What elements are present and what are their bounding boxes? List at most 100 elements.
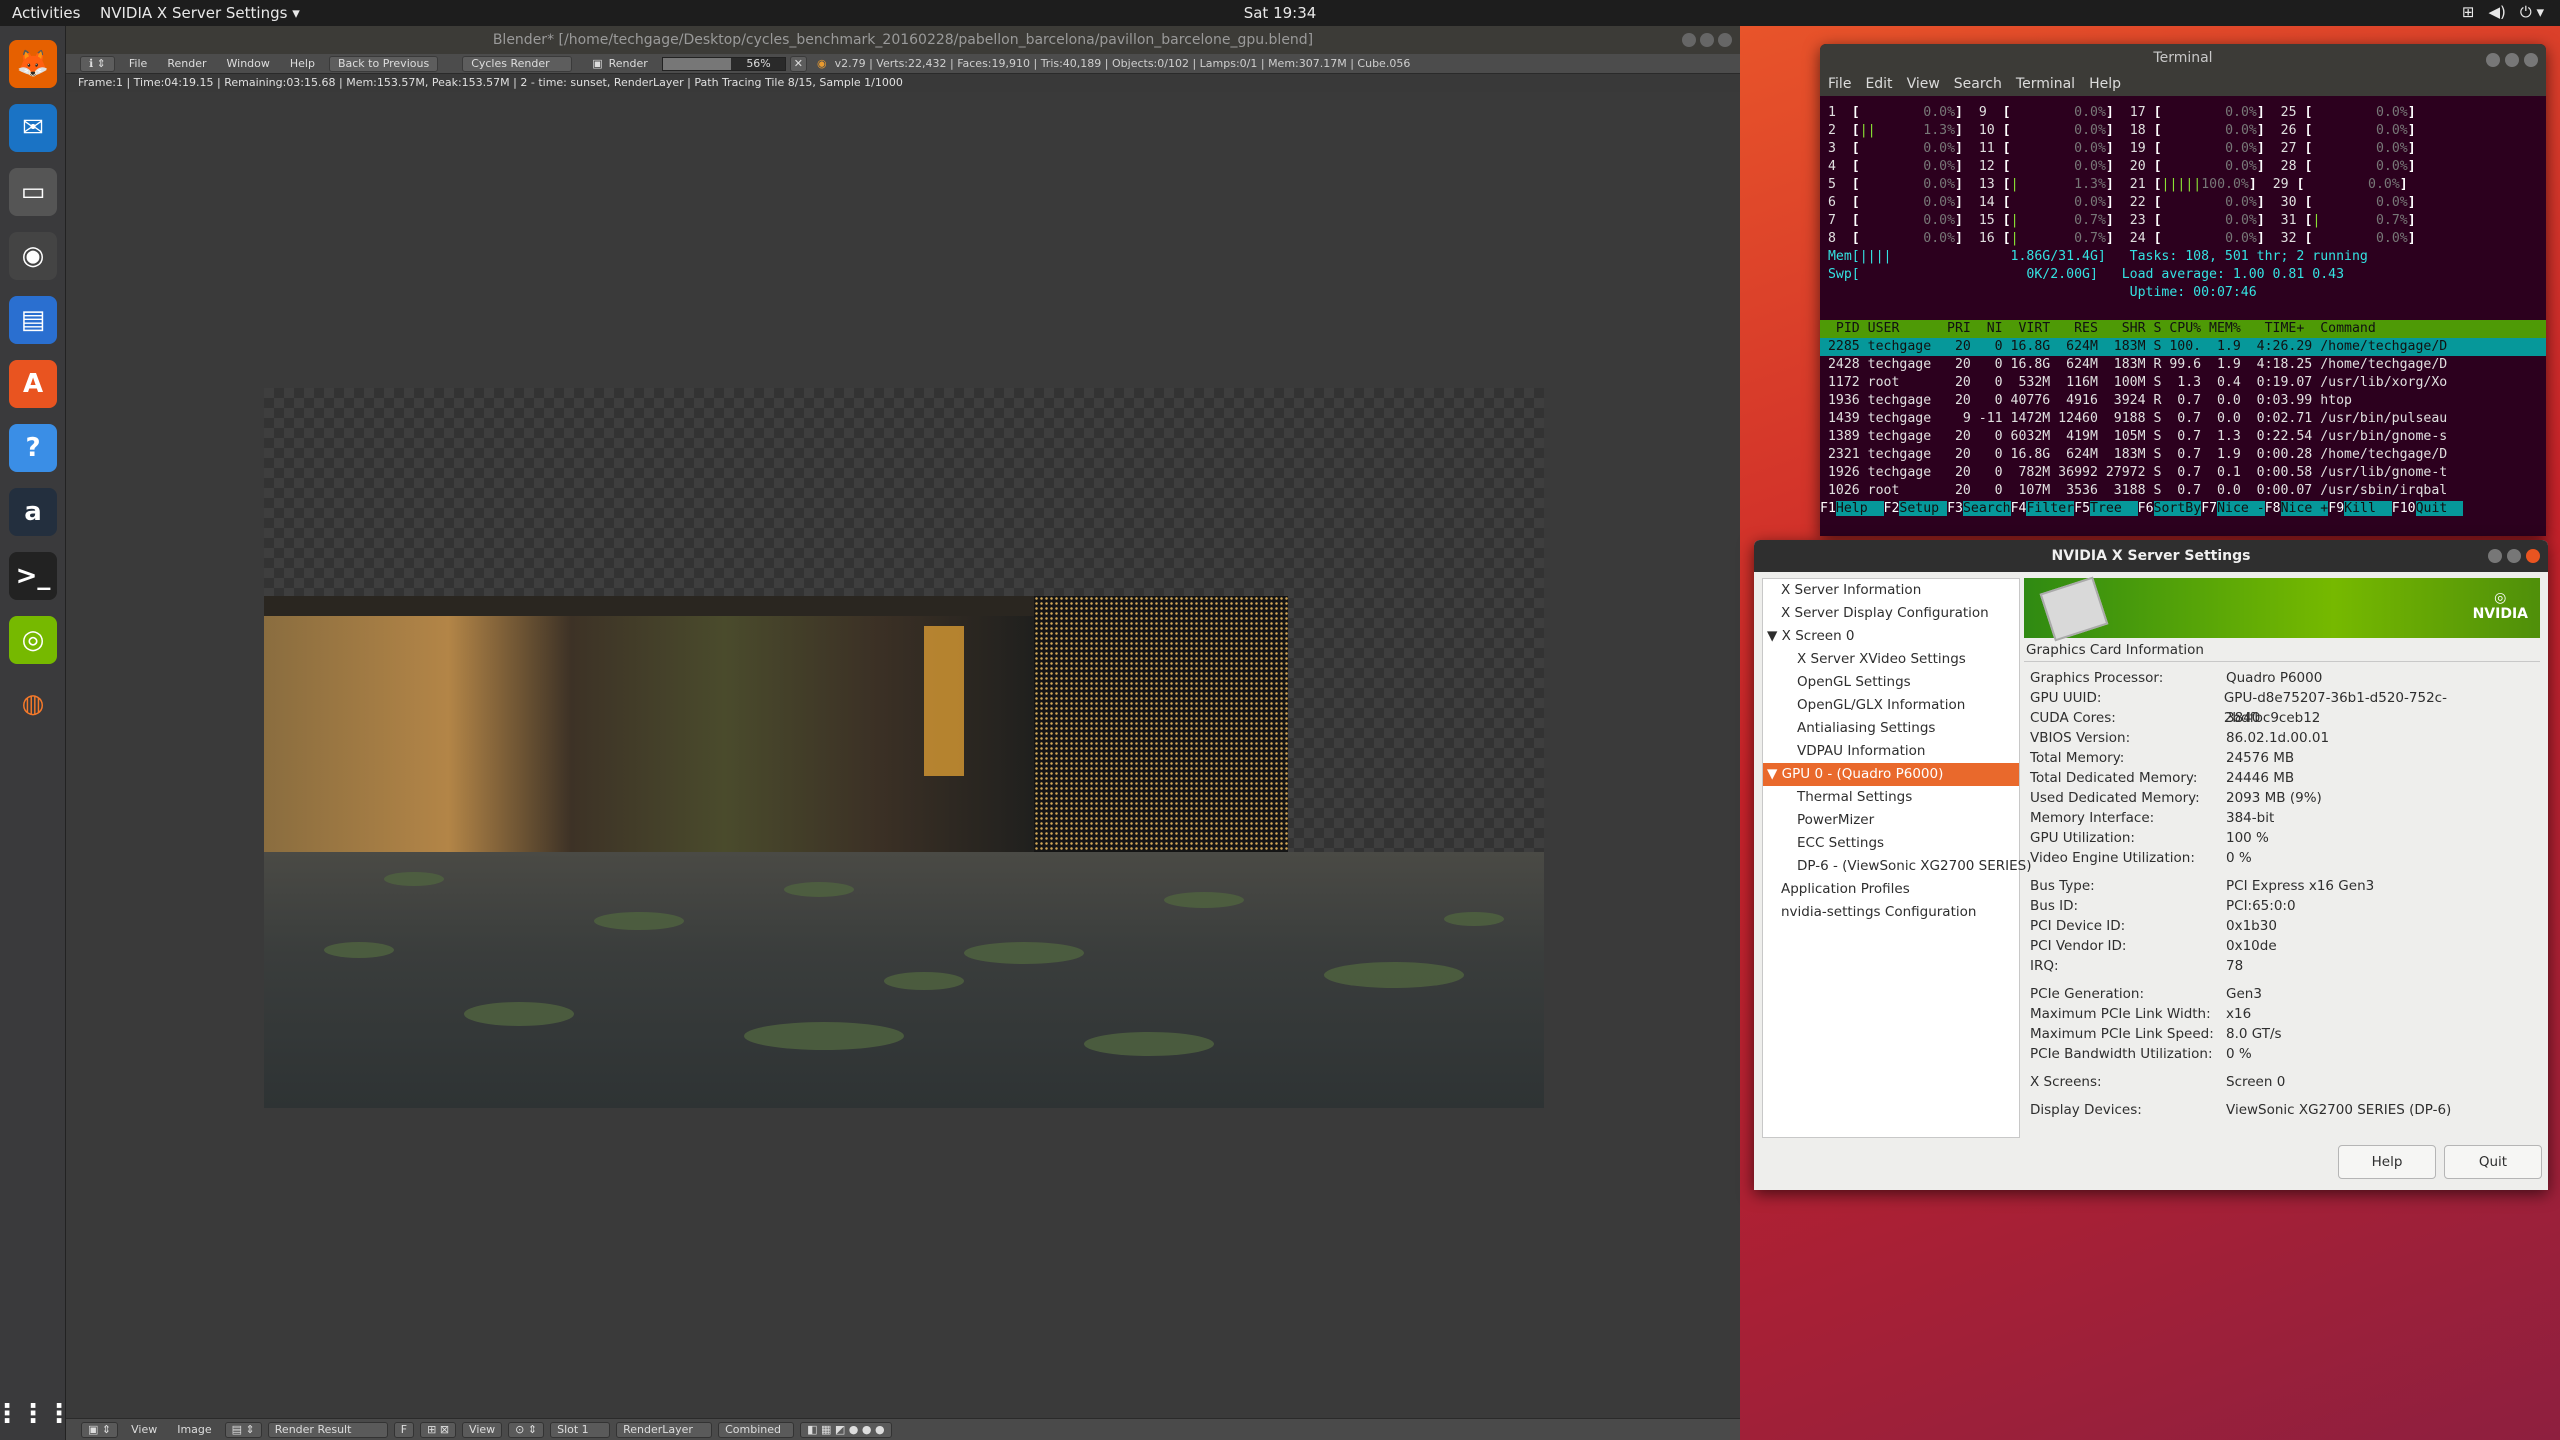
firefox-icon[interactable]: 🦊 (9, 40, 57, 88)
cancel-render-icon[interactable]: ✕ (789, 55, 807, 72)
image-tools-icon[interactable]: ⊞ ⊠ (420, 1421, 457, 1438)
render-result-image[interactable] (264, 388, 1544, 1108)
tree-item[interactable]: OpenGL Settings (1763, 671, 2019, 694)
fkey-f5[interactable]: F5 (2074, 501, 2090, 516)
rhythmbox-icon[interactable]: ◉ (9, 232, 57, 280)
fkey-f4[interactable]: F4 (2011, 501, 2027, 516)
back-to-previous-button[interactable]: Back to Previous (328, 55, 439, 72)
fkey-f8[interactable]: F8 (2265, 501, 2281, 516)
activities-button[interactable]: Activities (12, 4, 80, 22)
fkey-f9[interactable]: F9 (2328, 501, 2344, 516)
nvidia-icon[interactable]: ◎ (9, 616, 57, 664)
close-icon[interactable] (1718, 33, 1732, 47)
render-engine-select[interactable]: Cycles Render (462, 55, 573, 72)
menu-help[interactable]: Help (280, 57, 325, 70)
process-row[interactable]: 1026 root 20 0 107M 3536 3188 S 0.7 0.0 … (1820, 482, 2546, 500)
fkey-label[interactable]: SortBy (2153, 501, 2202, 516)
terminal-menu-terminal[interactable]: Terminal (2016, 72, 2075, 96)
tree-item[interactable]: nvidia-settings Configuration (1763, 901, 2019, 924)
terminal-icon[interactable]: >_ (9, 552, 57, 600)
menu-image[interactable]: Image (177, 1423, 211, 1436)
fkey-label[interactable]: Kill (2344, 501, 2392, 516)
fkey-label[interactable]: Nice + (2280, 501, 2329, 516)
thunderbird-icon[interactable]: ✉ (9, 104, 57, 152)
editor-type-icon[interactable]: ℹ ⇕ (80, 55, 115, 72)
close-icon[interactable] (2524, 53, 2538, 67)
minimize-icon[interactable] (2486, 53, 2500, 67)
app-menu[interactable]: NVIDIA X Server Settings ▾ (100, 4, 300, 22)
process-row[interactable]: 1389 techgage 20 0 6032M 419M 105M S 0.7… (1820, 428, 2546, 446)
view-select[interactable]: View (462, 1421, 503, 1438)
process-table-header[interactable]: PID USER PRI NI VIRT RES SHR S CPU% MEM%… (1820, 320, 2546, 338)
terminal-menu-file[interactable]: File (1828, 72, 1851, 96)
fkey-label[interactable]: Tree (2090, 501, 2138, 516)
process-row[interactable]: 1926 techgage 20 0 782M 36992 27972 S 0.… (1820, 464, 2546, 482)
system-tray[interactable]: ⊞ ◀) ⏻ ▾ (2462, 3, 2544, 21)
render-pass-select[interactable]: Combined (718, 1421, 795, 1438)
menu-render[interactable]: Render (157, 57, 216, 70)
tree-item[interactable]: DP-6 - (ViewSonic XG2700 SERIES) (1763, 855, 2032, 878)
fake-user-toggle[interactable]: F (393, 1421, 415, 1438)
fkey-f3[interactable]: F3 (1947, 501, 1963, 516)
writer-icon[interactable]: ▤ (9, 296, 57, 344)
htop-output[interactable]: 1 [ 0.0%] 9 [ 0.0%] 17 [ 0.0%] 25 [ 0.0%… (1820, 96, 2546, 518)
menu-window[interactable]: Window (217, 57, 280, 70)
tree-item[interactable]: X Server Information (1763, 579, 2019, 602)
tree-item[interactable]: Application Profiles (1763, 878, 2019, 901)
process-row[interactable]: 2428 techgage 20 0 16.8G 624M 183M R 99.… (1820, 356, 2546, 374)
fkey-f6[interactable]: F6 (2138, 501, 2154, 516)
process-row[interactable]: 2321 techgage 20 0 16.8G 624M 183M S 0.7… (1820, 446, 2546, 464)
fkey-f2[interactable]: F2 (1884, 501, 1900, 516)
maximize-icon[interactable] (1700, 33, 1714, 47)
pivot-icon[interactable]: ⊙ ⇕ (508, 1421, 545, 1438)
software-icon[interactable]: A (9, 360, 57, 408)
help-icon[interactable]: ? (9, 424, 57, 472)
tree-item[interactable]: Thermal Settings (1763, 786, 2019, 809)
fkey-label[interactable]: Setup (1899, 501, 1948, 516)
tree-item[interactable]: ▼ X Screen 0 (1763, 625, 2019, 648)
amazon-icon[interactable]: a (9, 488, 57, 536)
show-apps-icon[interactable]: ⋮⋮⋮ (0, 1390, 72, 1438)
fkey-f7[interactable]: F7 (2201, 501, 2217, 516)
tree-item[interactable]: PowerMizer (1763, 809, 2019, 832)
tree-item[interactable]: ECC Settings (1763, 832, 2019, 855)
tree-item[interactable]: X Server XVideo Settings (1763, 648, 2019, 671)
process-row[interactable]: 1172 root 20 0 532M 116M 100M S 1.3 0.4 … (1820, 374, 2546, 392)
terminal-menu-help[interactable]: Help (2089, 72, 2121, 96)
display-channels-icon[interactable]: ◧ ▦ ◩ ● ● ● (800, 1421, 892, 1438)
terminal-menu-search[interactable]: Search (1954, 72, 2002, 96)
files-icon[interactable]: ▭ (9, 168, 57, 216)
fkey-f1[interactable]: F1 (1820, 501, 1836, 516)
help-button[interactable]: Help (2338, 1145, 2436, 1179)
fkey-label[interactable]: Help (1835, 501, 1884, 516)
tree-item[interactable]: VDPAU Information (1763, 740, 2019, 763)
tree-item[interactable]: X Server Display Configuration (1763, 602, 2019, 625)
fkey-f10[interactable]: F10 (2392, 501, 2416, 516)
tree-item[interactable]: OpenGL/GLX Information (1763, 694, 2019, 717)
fkey-label[interactable]: Search (1962, 501, 2011, 516)
tree-item[interactable]: ▼ GPU 0 - (Quadro P6000) (1763, 763, 2019, 786)
maximize-icon[interactable] (2507, 549, 2521, 563)
fkey-label[interactable]: Nice - (2217, 501, 2265, 516)
process-row[interactable]: 1936 techgage 20 0 40776 4916 3924 R 0.7… (1820, 392, 2546, 410)
close-icon[interactable] (2526, 549, 2540, 563)
menu-file[interactable]: File (119, 57, 157, 70)
terminal-menu-view[interactable]: View (1907, 72, 1940, 96)
process-row[interactable]: 2285 techgage 20 0 16.8G 624M 183M S 100… (1820, 338, 2546, 356)
fkey-label[interactable]: Filter (2026, 501, 2075, 516)
tree-item[interactable]: Antialiasing Settings (1763, 717, 2019, 740)
image-editor-type-icon[interactable]: ▣ ⇕ (81, 1421, 119, 1438)
render-layer-select[interactable]: RenderLayer (616, 1421, 713, 1438)
minimize-icon[interactable] (2488, 549, 2502, 563)
image-browse-icon[interactable]: ▤ ⇕ (224, 1421, 262, 1438)
process-row[interactable]: 1439 techgage 9 -11 1472M 12460 9188 S 0… (1820, 410, 2546, 428)
terminal-menu-edit[interactable]: Edit (1865, 72, 1892, 96)
fkey-label[interactable]: Quit (2415, 501, 2464, 516)
menu-view[interactable]: View (131, 1423, 157, 1436)
slot-select[interactable]: Slot 1 (550, 1421, 611, 1438)
maximize-icon[interactable] (2505, 53, 2519, 67)
minimize-icon[interactable] (1682, 33, 1696, 47)
clock[interactable]: Sat 19:34 (1244, 4, 1317, 22)
quit-button[interactable]: Quit (2444, 1145, 2542, 1179)
blender-icon[interactable]: ◍ (9, 680, 57, 728)
